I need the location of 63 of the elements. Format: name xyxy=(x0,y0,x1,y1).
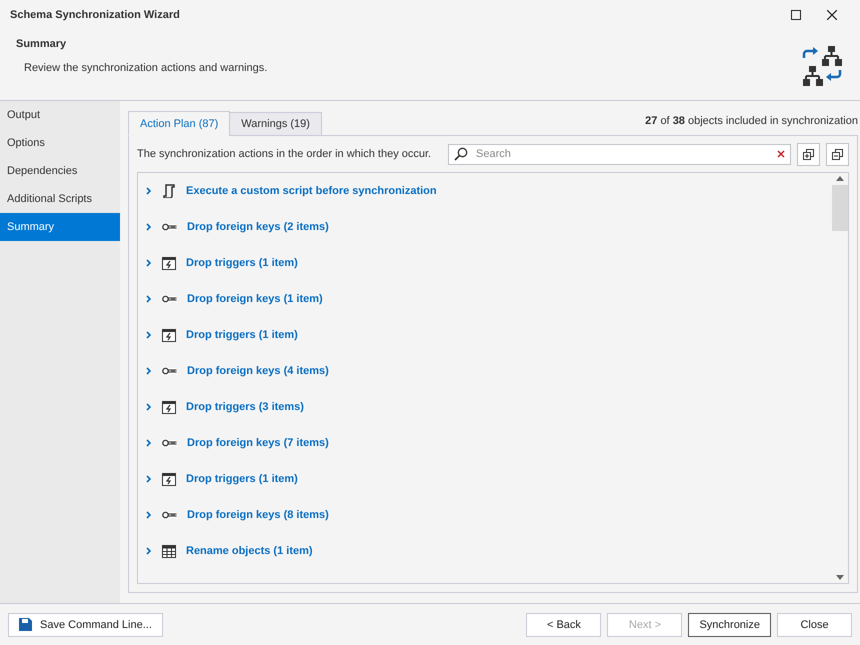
chevron-icon[interactable] xyxy=(146,475,152,483)
schema-sync-icon xyxy=(800,44,844,88)
chevron-icon[interactable] xyxy=(146,547,152,555)
sidebar-item[interactable]: Options xyxy=(0,129,120,157)
search-bar[interactable]: Search xyxy=(448,144,791,164)
action-label[interactable]: Drop foreign keys (2 items) xyxy=(187,221,329,233)
key-icon xyxy=(162,511,177,519)
trigger-icon xyxy=(162,256,176,270)
search-icon xyxy=(454,147,468,161)
action-label[interactable]: Drop foreign keys (8 items) xyxy=(187,509,329,521)
page-title: Summary xyxy=(16,38,68,50)
action-label[interactable]: Drop foreign keys (1 item) xyxy=(187,293,323,305)
scrollbar-thumb[interactable] xyxy=(832,185,848,231)
action-label[interactable]: Drop triggers (1 item) xyxy=(186,257,298,269)
action-label[interactable]: Execute a custom script before synchronization xyxy=(186,185,437,197)
trigger-icon xyxy=(162,400,176,414)
page-subtitle: Review the synchronization actions and warnings. xyxy=(23,62,268,74)
sidebar-item[interactable]: Summary xyxy=(0,213,120,241)
key-icon xyxy=(162,439,177,447)
chevron-icon[interactable] xyxy=(146,403,152,411)
action-label[interactable]: Drop triggers (3 items) xyxy=(186,401,304,413)
key-icon xyxy=(162,367,177,375)
sidebar-item[interactable]: Additional Scripts xyxy=(0,185,120,213)
chevron-icon[interactable] xyxy=(146,439,152,447)
chevron-icon[interactable] xyxy=(146,187,152,195)
maximize-icon xyxy=(791,10,801,20)
chevron-icon[interactable] xyxy=(146,367,152,375)
save-command-line-button[interactable]: Save Command Line... xyxy=(8,612,163,636)
clear-icon[interactable] xyxy=(777,150,785,158)
table-icon xyxy=(162,544,176,558)
expand-all-icon xyxy=(803,148,814,160)
trigger-icon xyxy=(162,328,176,342)
action-label[interactable]: Drop triggers (1 item) xyxy=(186,329,298,341)
trigger-icon xyxy=(162,472,176,486)
sidebar-item[interactable]: Dependencies xyxy=(0,157,120,185)
action-label[interactable]: Drop foreign keys (7 items) xyxy=(187,437,329,449)
chevron-icon[interactable] xyxy=(146,511,152,519)
chevron-icon[interactable] xyxy=(146,259,152,267)
included-count: 27 of 38 objects included in synchronization xyxy=(645,114,858,128)
expand-all-button[interactable] xyxy=(797,142,820,166)
action-label[interactable]: Drop triggers (1 item) xyxy=(186,473,298,485)
key-icon xyxy=(162,295,177,303)
wizard-button[interactable]: Synchronize xyxy=(688,612,771,636)
action-label[interactable]: Drop foreign keys (4 items) xyxy=(187,365,329,377)
wizard-button[interactable]: Close xyxy=(777,612,852,636)
tab[interactable]: Action Plan (87) xyxy=(128,111,230,136)
scroll-down-icon[interactable] xyxy=(836,575,844,580)
close-icon xyxy=(827,10,837,20)
wizard-button[interactable]: < Back xyxy=(526,612,602,636)
collapse-all-button[interactable] xyxy=(826,142,849,166)
chevron-icon[interactable] xyxy=(146,331,152,339)
scroll-up-icon[interactable] xyxy=(836,176,844,181)
sidebar-item[interactable]: Output xyxy=(0,101,120,129)
search-field[interactable]: Search xyxy=(474,147,771,161)
tab[interactable]: Warnings (19) xyxy=(229,112,322,136)
collapse-all-icon xyxy=(832,148,843,160)
description-text: The synchronization actions in the order in which they occur. xyxy=(137,148,432,160)
key-icon xyxy=(162,223,177,231)
scroll-icon xyxy=(162,184,176,198)
action-label[interactable]: Rename objects (1 item) xyxy=(186,545,313,557)
window-title: Schema Synchronization Wizard xyxy=(10,9,181,21)
chevron-icon[interactable] xyxy=(146,295,152,303)
chevron-icon[interactable] xyxy=(146,223,152,231)
